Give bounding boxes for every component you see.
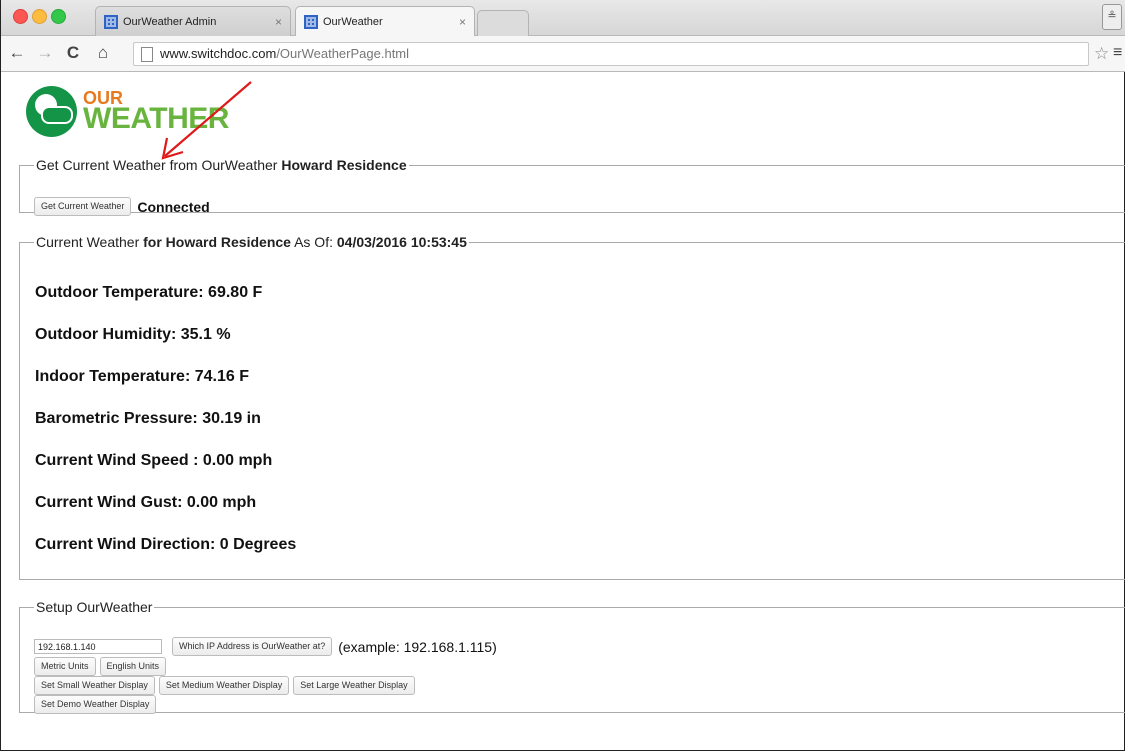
connection-status: Connected <box>137 198 210 215</box>
which-ip-button[interactable]: Which IP Address is OurWeather at? <box>172 637 333 656</box>
get-weather-legend: Get Current Weather from OurWeather Howa… <box>36 157 407 173</box>
get-current-weather-button[interactable]: Get Current Weather <box>34 197 132 216</box>
address-bar[interactable]: www.switchdoc.com/OurWeatherPage.html <box>133 42 1089 66</box>
current-weather-legend: Current Weather for Howard Residence As … <box>36 234 467 250</box>
page-icon <box>141 47 153 62</box>
profile-icon[interactable]: ≗ <box>1102 4 1122 30</box>
tab-ourweather[interactable]: OurWeather × <box>295 6 475 37</box>
star-icon[interactable]: ☆ <box>1094 44 1109 64</box>
indoor-temperature: Indoor Temperature: 74.16 F <box>35 368 249 385</box>
tab-label: OurWeather <box>323 16 383 28</box>
close-window-button[interactable] <box>13 9 28 24</box>
medium-display-button[interactable]: Set Medium Weather Display <box>158 676 290 695</box>
grid-favicon-icon <box>104 14 118 29</box>
wind-gust: Current Wind Gust: 0.00 mph <box>35 494 257 511</box>
grid-favicon-icon <box>304 15 318 29</box>
tab-close-icon[interactable]: × <box>275 15 282 29</box>
annotation-arrow <box>161 81 252 160</box>
large-display-button[interactable]: Set Large Weather Display <box>293 676 415 695</box>
wind-direction: Current Wind Direction: 0 Degrees <box>35 536 297 553</box>
weather-logo-icon <box>26 86 77 137</box>
get-weather-section: Get Current Weather from OurWeather Howa… <box>19 157 1125 216</box>
outdoor-temperature: Outdoor Temperature: 69.80 F <box>35 284 263 301</box>
title-bar: OurWeather Admin × OurWeather × ≗ <box>1 0 1125 37</box>
page-content: OUR WEATHER Get Current Weather from Our… <box>1 72 1125 751</box>
station-name: Howard Residence <box>281 157 407 173</box>
zoom-window-button[interactable] <box>51 9 66 24</box>
tab-ourweather-admin[interactable]: OurWeather Admin × <box>95 6 291 36</box>
english-units-button[interactable]: English Units <box>99 657 167 676</box>
home-icon[interactable]: ⌂ <box>93 43 113 63</box>
back-arrow-icon[interactable]: ← <box>7 43 27 63</box>
forward-arrow-icon[interactable]: → <box>35 43 55 63</box>
demo-display-button[interactable]: Set Demo Weather Display <box>34 695 157 714</box>
metric-units-button[interactable]: Metric Units <box>34 657 96 676</box>
tab-label: OurWeather Admin <box>123 15 217 28</box>
ip-example-text: (example: 192.168.1.115) <box>338 638 497 655</box>
minimize-window-button[interactable] <box>32 9 47 24</box>
ip-address-input[interactable] <box>34 639 162 654</box>
setup-section: Setup OurWeather Which IP Address is Our… <box>19 599 1125 714</box>
small-display-button[interactable]: Set Small Weather Display <box>34 676 155 695</box>
setup-legend: Setup OurWeather <box>36 599 153 615</box>
tab-close-icon[interactable]: × <box>459 15 466 29</box>
timestamp: 04/03/2016 10:53:45 <box>336 234 467 250</box>
outdoor-humidity: Outdoor Humidity: 35.1 % <box>35 326 231 343</box>
current-weather-section: Current Weather for Howard Residence As … <box>19 234 1125 580</box>
menu-icon[interactable]: ≡ <box>1113 44 1122 62</box>
new-tab-button[interactable] <box>477 10 529 36</box>
url-domain: www.switchdoc.com <box>160 46 277 61</box>
browser-window: OurWeather Admin × OurWeather × ≗ ← → C … <box>0 0 1125 751</box>
browser-toolbar: ← → C ⌂ www.switchdoc.com/OurWeatherPage… <box>1 36 1125 72</box>
reload-icon[interactable]: C <box>63 43 83 63</box>
wind-speed: Current Wind Speed : 0.00 mph <box>35 452 273 469</box>
url-path: /OurWeatherPage.html <box>276 46 410 61</box>
barometric-pressure: Barometric Pressure: 30.19 in <box>35 410 261 427</box>
